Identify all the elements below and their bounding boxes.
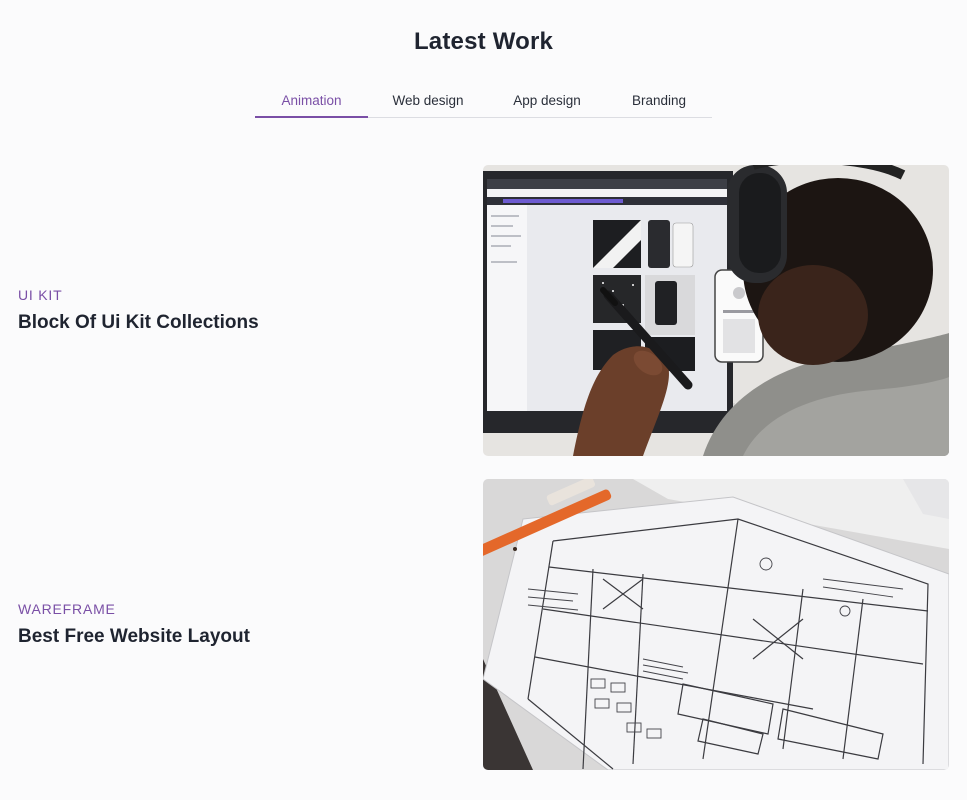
wireframe-sketch-paper-photo <box>483 479 949 770</box>
work-card-text: WAREFRAME Best Free Website Layout <box>18 601 250 648</box>
work-image-ui-kit[interactable]: LG <box>483 165 949 456</box>
work-card[interactable]: UI KIT Block Of Ui Kit Collections <box>0 165 967 456</box>
work-category: UI KIT <box>18 287 63 303</box>
tab-app-design[interactable]: App design <box>488 84 606 117</box>
latest-work-section: Latest Work Animation Web design App des… <box>0 0 967 800</box>
work-image-wireframe[interactable] <box>483 479 949 770</box>
work-title[interactable]: Best Free Website Layout <box>18 626 250 648</box>
tab-animation[interactable]: Animation <box>255 84 368 118</box>
work-tabs: Animation Web design App design Branding <box>255 84 712 118</box>
work-category: WAREFRAME <box>18 601 116 617</box>
tab-web-design[interactable]: Web design <box>368 84 488 117</box>
work-card-text: UI KIT Block Of Ui Kit Collections <box>18 287 259 334</box>
tab-branding[interactable]: Branding <box>606 84 712 117</box>
work-card[interactable]: WAREFRAME Best Free Website Layout <box>0 479 967 770</box>
section-title: Latest Work <box>413 28 554 55</box>
person-with-headphones-at-monitor-photo: LG <box>483 165 949 456</box>
work-title[interactable]: Block Of Ui Kit Collections <box>18 312 259 334</box>
